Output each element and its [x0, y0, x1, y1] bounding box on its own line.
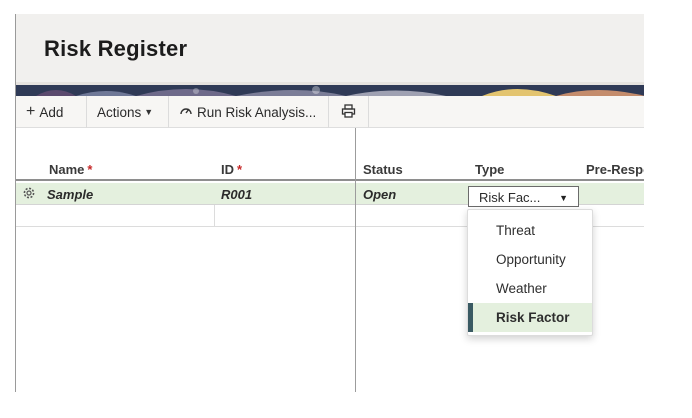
run-risk-analysis-button[interactable]: Run Risk Analysis...: [169, 96, 329, 128]
column-header-pre-response[interactable]: Pre-Respo: [586, 162, 644, 177]
gauge-icon-shape: [180, 108, 192, 115]
type-select-value: Risk Fac...: [479, 190, 541, 205]
print-button[interactable]: [329, 96, 369, 128]
page-title: Risk Register: [44, 36, 188, 61]
print-icon: [341, 103, 356, 121]
type-option-opportunity[interactable]: Opportunity: [468, 245, 592, 274]
plus-icon: +: [26, 103, 36, 120]
cell-divider: [214, 205, 215, 227]
grid-header-row: Name* ID* Status Type Pre-Respo: [16, 128, 644, 181]
column-header-name[interactable]: Name *: [49, 162, 92, 177]
type-option-risk-factor[interactable]: Risk Factor: [468, 303, 592, 332]
run-risk-analysis-label: Run Risk Analysis...: [197, 104, 317, 120]
cell-status[interactable]: Open: [363, 187, 396, 202]
gauge-icon: [179, 104, 193, 120]
type-dropdown-list: Threat Opportunity Weather Risk Factor: [467, 209, 593, 336]
actions-menu-button[interactable]: Actions ▼: [87, 96, 169, 128]
print-icon-shape: [341, 103, 356, 118]
caret-down-icon: ▼: [144, 107, 154, 117]
column-header-status[interactable]: Status: [363, 162, 403, 177]
column-header-id[interactable]: ID *: [221, 162, 242, 177]
banner-pattern-image: [16, 82, 644, 96]
type-select[interactable]: Risk Fac... ▼: [468, 186, 579, 207]
cell-name[interactable]: Sample: [47, 187, 93, 202]
column-header-type[interactable]: Type: [475, 162, 504, 177]
frozen-column-divider: [355, 128, 356, 392]
page-header: Risk Register: [16, 14, 644, 82]
cell-id[interactable]: R001: [221, 187, 252, 202]
required-mark: *: [237, 162, 243, 177]
decorative-banner: [16, 82, 644, 96]
type-option-weather[interactable]: Weather: [468, 274, 592, 303]
gear-icon[interactable]: [22, 186, 36, 200]
actions-label: Actions: [97, 104, 142, 120]
add-label: Add: [39, 104, 64, 120]
required-mark: *: [87, 162, 93, 177]
column-name-label: Name: [49, 162, 85, 177]
column-id-label: ID: [221, 162, 234, 177]
type-option-threat[interactable]: Threat: [468, 216, 592, 245]
add-button[interactable]: + Add: [16, 96, 87, 128]
caret-down-icon[interactable]: ▼: [559, 193, 568, 203]
toolbar: + Add Actions ▼ Run Risk Analysis...: [16, 96, 644, 128]
